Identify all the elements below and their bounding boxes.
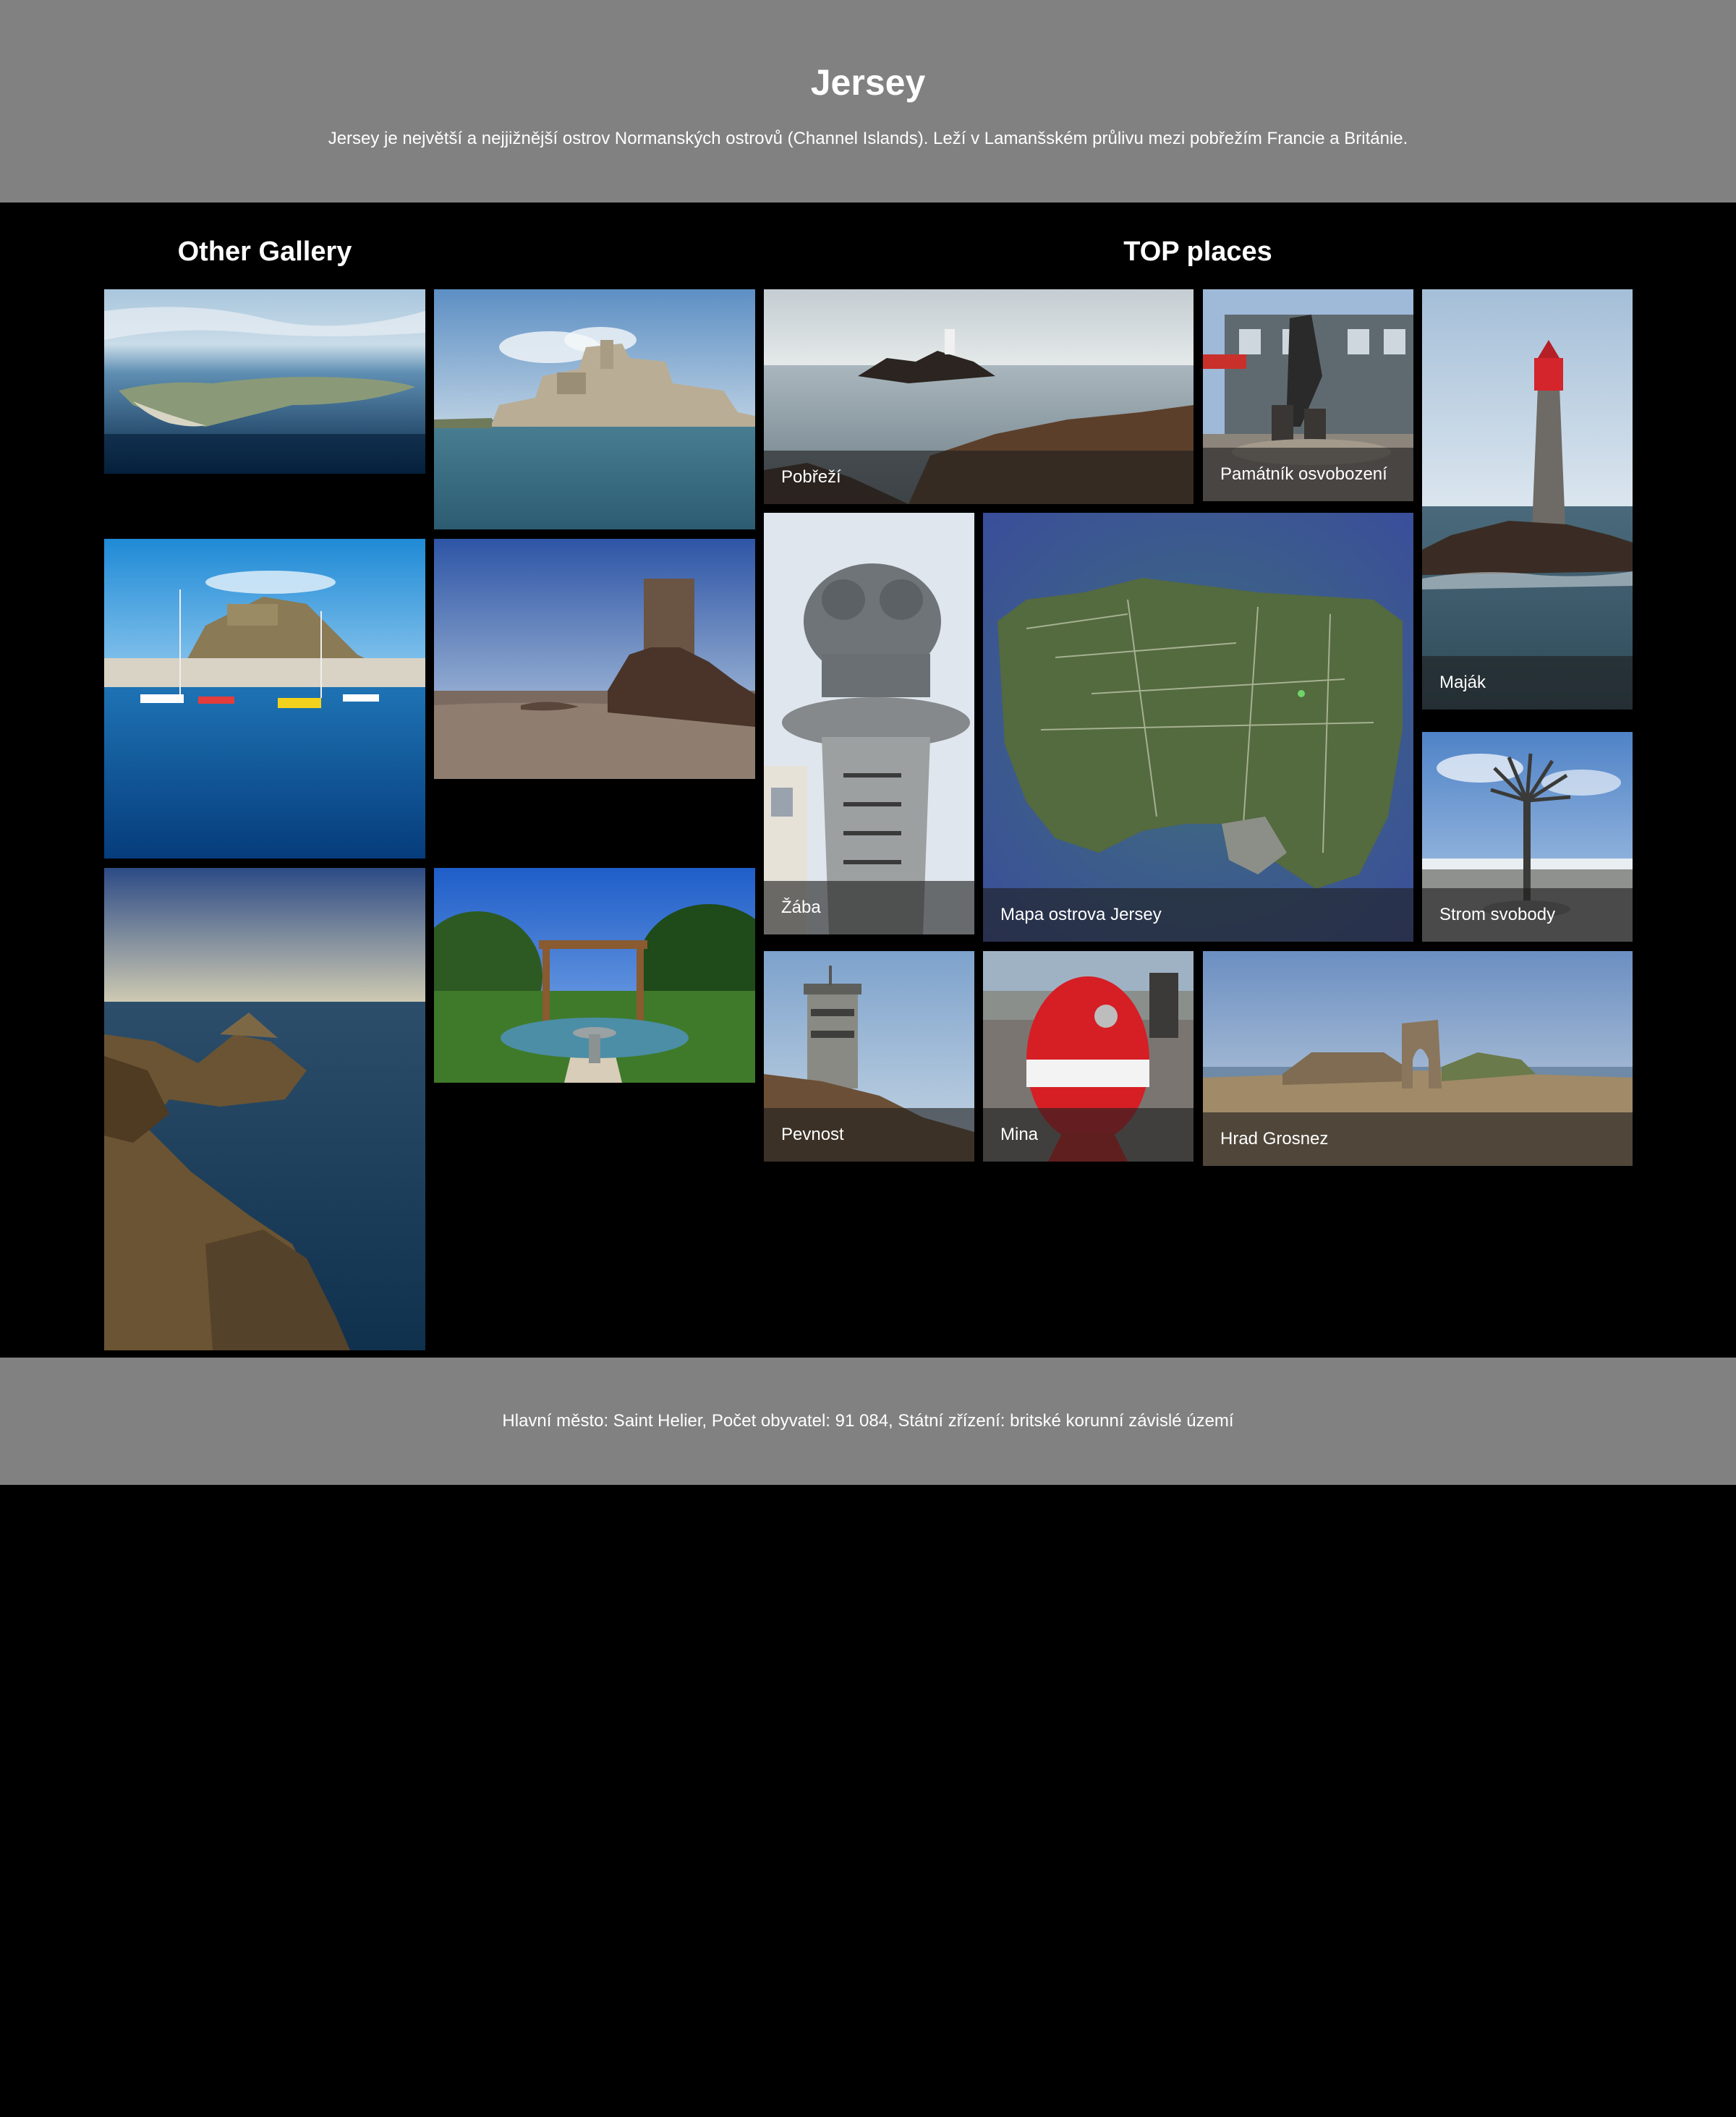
gallery-image-garden[interactable] (434, 868, 755, 1083)
page-title: Jersey (810, 62, 926, 103)
top-place-caption: Hrad Grosnez (1203, 1112, 1633, 1166)
top-places-title: TOP places (1123, 237, 1272, 267)
top-place-caption: Žába (764, 881, 974, 934)
top-place-caption: Strom svobody (1422, 888, 1633, 942)
top-place-liberty-tree[interactable]: Strom svobody (1422, 732, 1633, 942)
top-place-grosnez-castle[interactable]: Hrad Grosnez (1203, 951, 1633, 1166)
top-place-frog[interactable]: Žába (764, 513, 974, 934)
top-place-coast[interactable]: Pobřeží (764, 289, 1194, 504)
top-place-map[interactable]: Mapa ostrova Jersey (983, 513, 1413, 942)
top-place-caption: Památník osvobození (1203, 448, 1413, 501)
other-gallery-title: Other Gallery (177, 237, 352, 267)
gallery-image-cliffs[interactable] (104, 868, 425, 1350)
top-place-caption: Mapa ostrova Jersey (983, 888, 1413, 942)
top-place-caption: Pevnost (764, 1108, 974, 1162)
page-header: Jersey Jersey je největší a nejjižnější … (0, 0, 1736, 203)
gallery-image-harbour[interactable] (104, 539, 425, 859)
gallery-image-aerial[interactable] (104, 289, 425, 474)
footer-info: Hlavní město: Saint Helier, Počet obyvat… (502, 1411, 1234, 1431)
top-place-lighthouse[interactable]: Maják (1422, 289, 1633, 710)
top-place-fortress[interactable]: Pevnost (764, 951, 974, 1162)
top-place-caption: Mina (983, 1108, 1194, 1162)
top-place-caption: Maják (1422, 656, 1633, 710)
gallery-image-tower-shore[interactable] (434, 539, 755, 779)
page-description: Jersey je největší a nejjižnější ostrov … (328, 129, 1408, 148)
top-place-mine[interactable]: Mina (983, 951, 1194, 1162)
top-place-caption: Pobřeží (764, 451, 1194, 504)
page-footer: Hlavní město: Saint Helier, Počet obyvat… (0, 1358, 1736, 1485)
gallery-image-sea-castle[interactable] (434, 289, 755, 529)
top-place-liberation-monument[interactable]: Památník osvobození (1203, 289, 1413, 501)
